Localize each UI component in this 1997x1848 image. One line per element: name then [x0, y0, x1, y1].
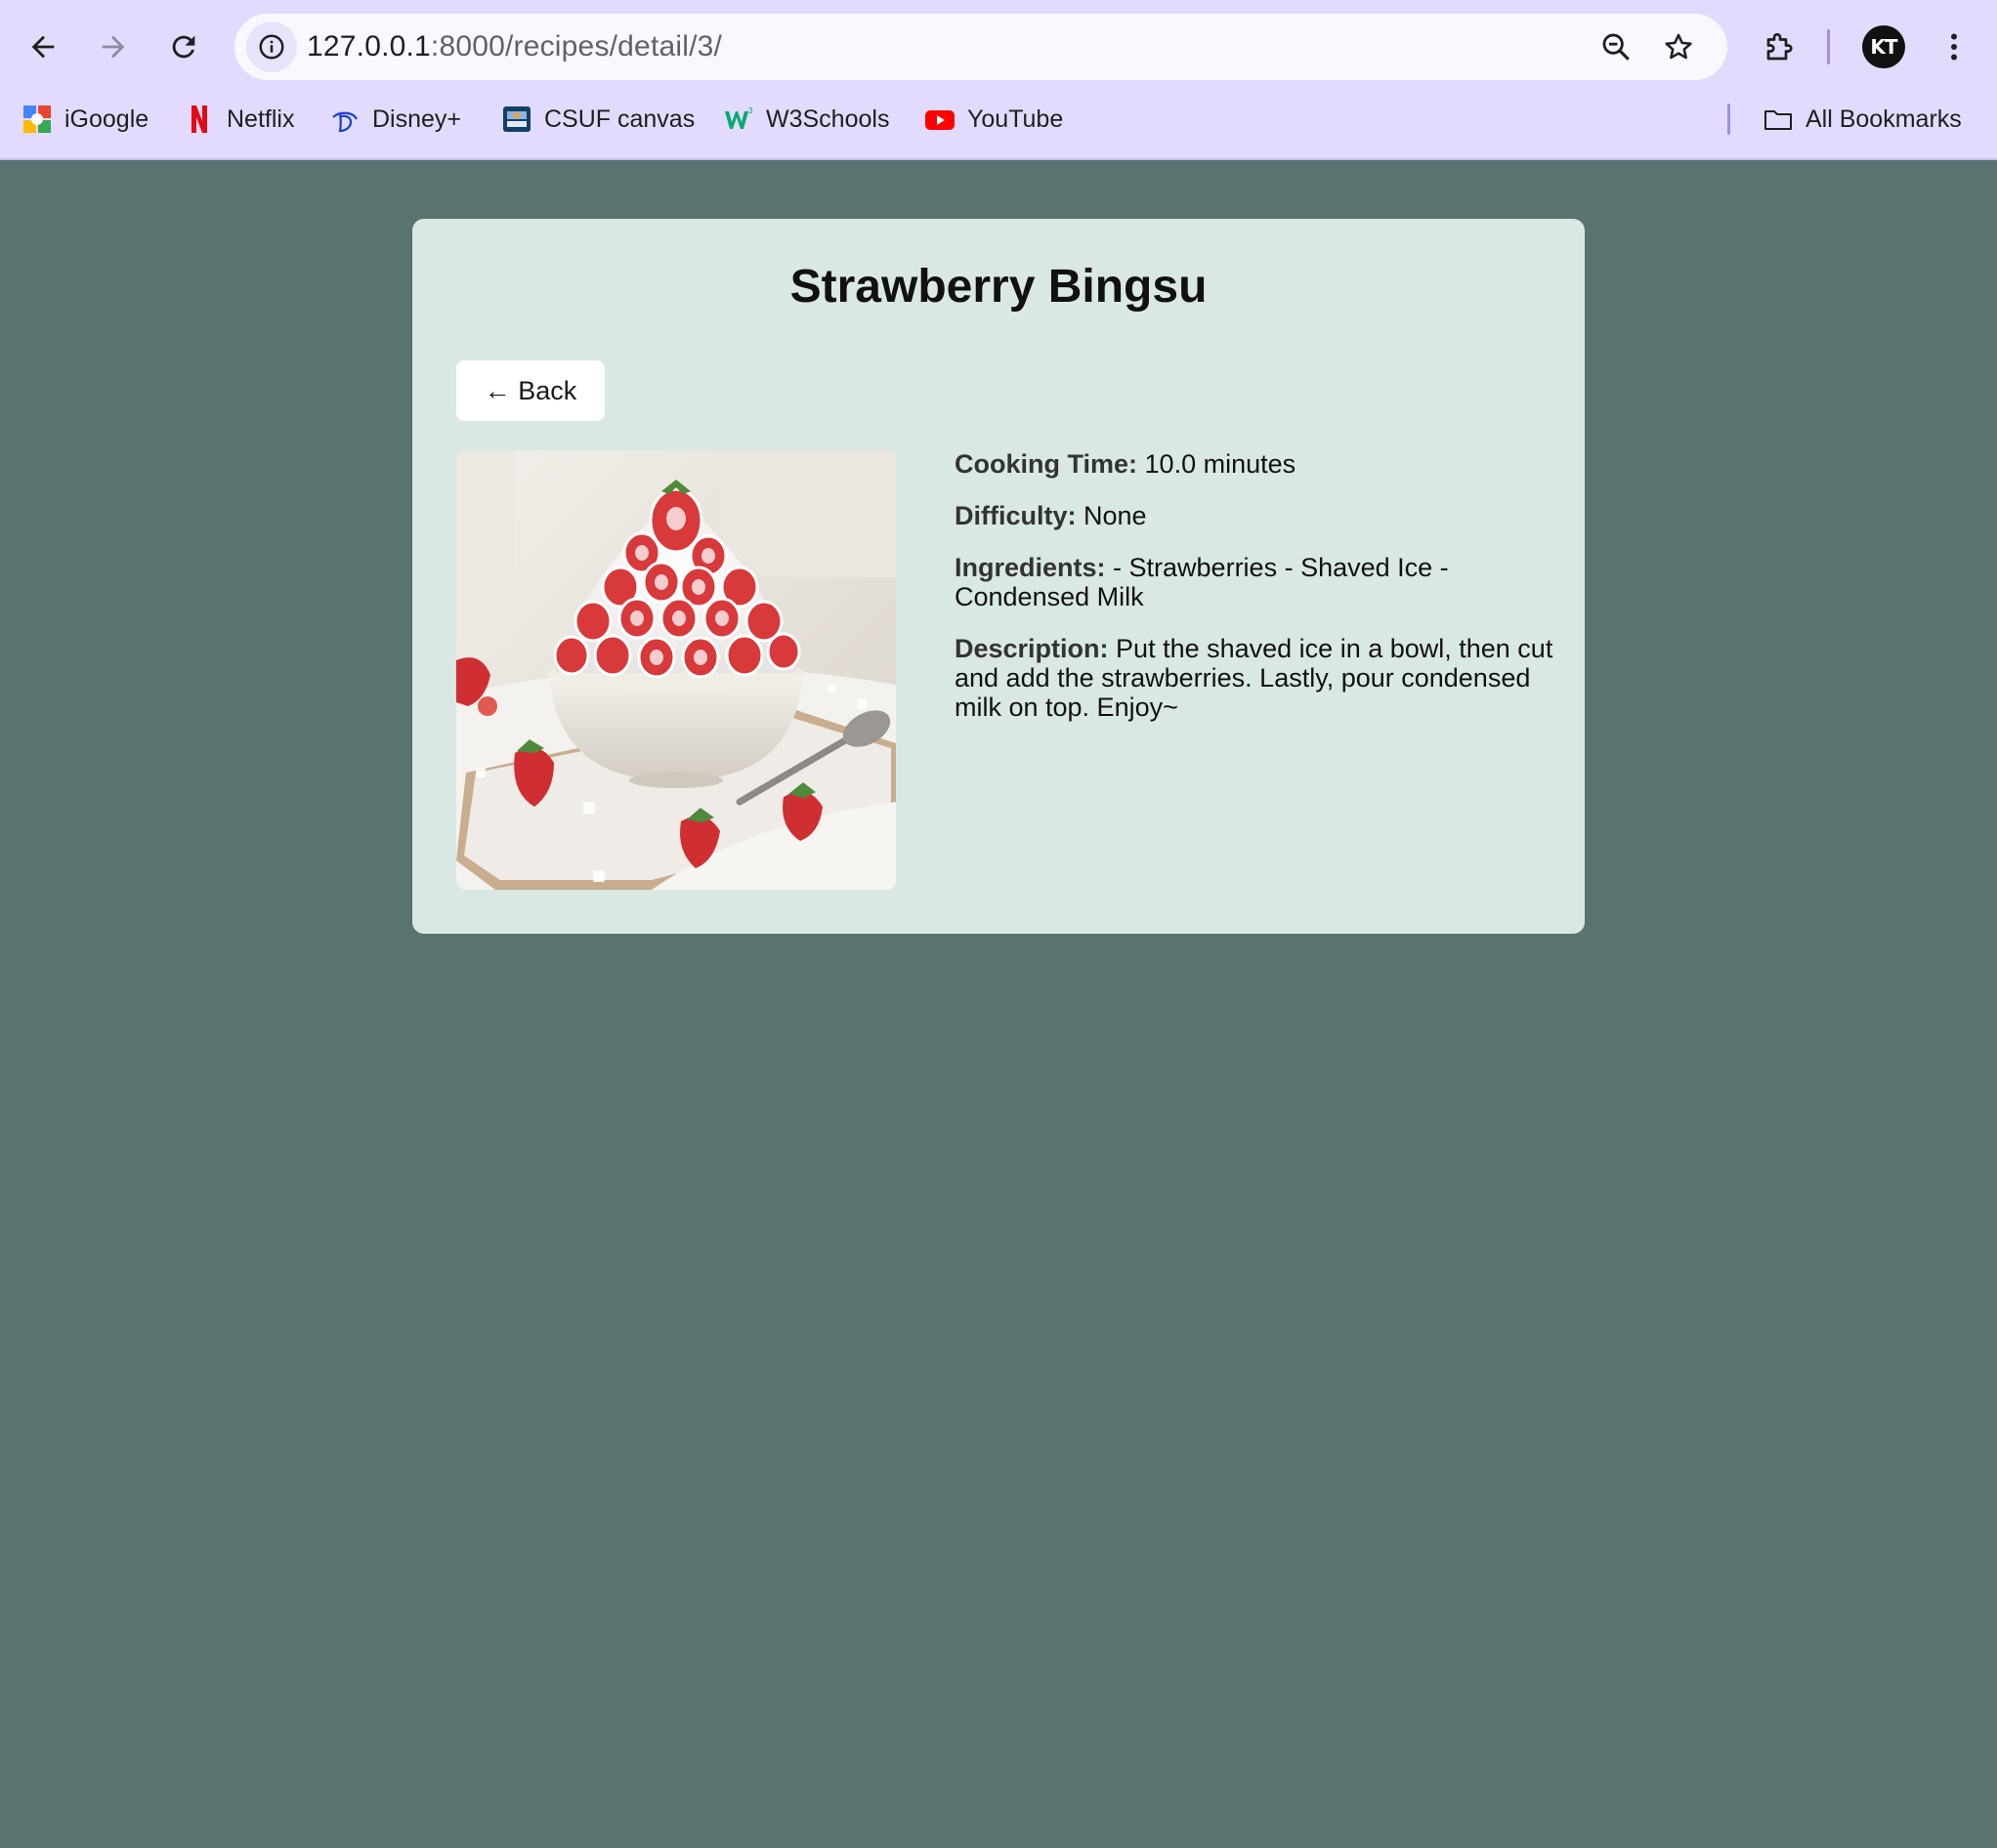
browser-toolbar: 127.0.0.1:8000/recipes/detail/3/ KT — [0, 0, 1997, 94]
profile-avatar[interactable]: KT — [1862, 25, 1905, 68]
ingredients-row: Ingredients: - Strawberries - Shaved Ice… — [955, 553, 1560, 611]
cooking-time-value: 10.0 minutes — [1144, 449, 1296, 479]
recipe-card: Strawberry Bingsu ← Back Cooking Time: 1… — [412, 219, 1585, 934]
reload-button[interactable] — [158, 21, 209, 72]
bookmark-igoogle[interactable]: iGoogle — [21, 94, 149, 145]
extensions-button[interactable] — [1757, 23, 1804, 70]
address-bar[interactable]: 127.0.0.1:8000/recipes/detail/3/ — [234, 14, 1727, 80]
zoom-out-icon — [1602, 33, 1630, 61]
w3schools-icon: 3 — [723, 104, 754, 135]
description-label: Description: — [955, 634, 1109, 663]
bookmark-label: YouTube — [967, 105, 1064, 133]
folder-icon — [1763, 104, 1794, 135]
cooking-time-label: Cooking Time: — [955, 449, 1138, 479]
all-bookmarks-label: All Bookmarks — [1806, 105, 1962, 133]
site-info-button[interactable] — [246, 21, 297, 72]
back-button[interactable]: ← Back — [456, 360, 605, 421]
all-bookmarks-button[interactable]: All Bookmarks — [1763, 94, 1962, 145]
reload-icon — [172, 35, 195, 59]
info-icon — [259, 34, 284, 60]
difficulty-row: Difficulty: None — [955, 501, 1560, 530]
difficulty-value: None — [1083, 501, 1147, 530]
netflix-icon — [184, 104, 215, 135]
url-text[interactable]: 127.0.0.1:8000/recipes/detail/3/ — [307, 14, 722, 80]
ingredients-label: Ingredients: — [955, 553, 1106, 582]
bookmark-label: Netflix — [227, 105, 295, 133]
bookmark-label: CSUF canvas — [544, 105, 696, 133]
puzzle-icon — [1766, 32, 1793, 61]
bookmarks-divider — [1727, 104, 1730, 135]
disney-icon — [329, 104, 361, 135]
star-icon — [1665, 33, 1692, 60]
igoogle-icon — [21, 104, 53, 135]
arrow-left-icon — [31, 35, 55, 59]
toolbar-divider — [1827, 29, 1830, 64]
bookmark-w3schools[interactable]: 3 W3Schools — [723, 94, 889, 145]
arrow-right-icon — [102, 35, 125, 59]
bookmark-label: W3Schools — [766, 105, 890, 133]
bookmark-csuf-canvas[interactable]: CSUF canvas — [501, 94, 695, 145]
bookmark-label: Disney+ — [372, 105, 462, 133]
youtube-icon — [924, 104, 956, 135]
zoom-button[interactable] — [1596, 27, 1636, 66]
strawberry-bingsu-image — [456, 450, 896, 890]
description-row: Description: Put the shaved ice in a bow… — [955, 634, 1560, 722]
svg-text:3: 3 — [748, 106, 753, 115]
recipe-details: Cooking Time: 10.0 minutes Difficulty: N… — [955, 449, 1560, 744]
bookmark-disney[interactable]: Disney+ — [329, 94, 461, 145]
cooking-time-row: Cooking Time: 10.0 minutes — [955, 449, 1560, 479]
browser-chrome: 127.0.0.1:8000/recipes/detail/3/ KT iGoo… — [0, 0, 1997, 160]
back-nav-button[interactable] — [18, 21, 68, 72]
url-path: :8000/recipes/detail/3/ — [430, 30, 723, 63]
difficulty-label: Difficulty: — [955, 501, 1077, 530]
bookmark-star-button[interactable] — [1659, 27, 1698, 66]
kebab-menu-icon — [1951, 33, 1957, 61]
bookmark-label: iGoogle — [64, 105, 149, 133]
bookmark-youtube[interactable]: YouTube — [924, 94, 1063, 145]
recipe-title: Strawberry Bingsu — [789, 261, 1208, 313]
forward-nav-button[interactable] — [88, 21, 139, 72]
csuf-icon — [501, 104, 532, 135]
browser-menu-button[interactable] — [1931, 23, 1977, 70]
recipe-photo — [456, 450, 896, 890]
bookmark-netflix[interactable]: Netflix — [184, 94, 294, 145]
bookmarks-bar: iGoogle Netflix Disney+ CSUF canvas 3 W3… — [0, 94, 1997, 158]
url-host: 127.0.0.1 — [307, 30, 431, 63]
